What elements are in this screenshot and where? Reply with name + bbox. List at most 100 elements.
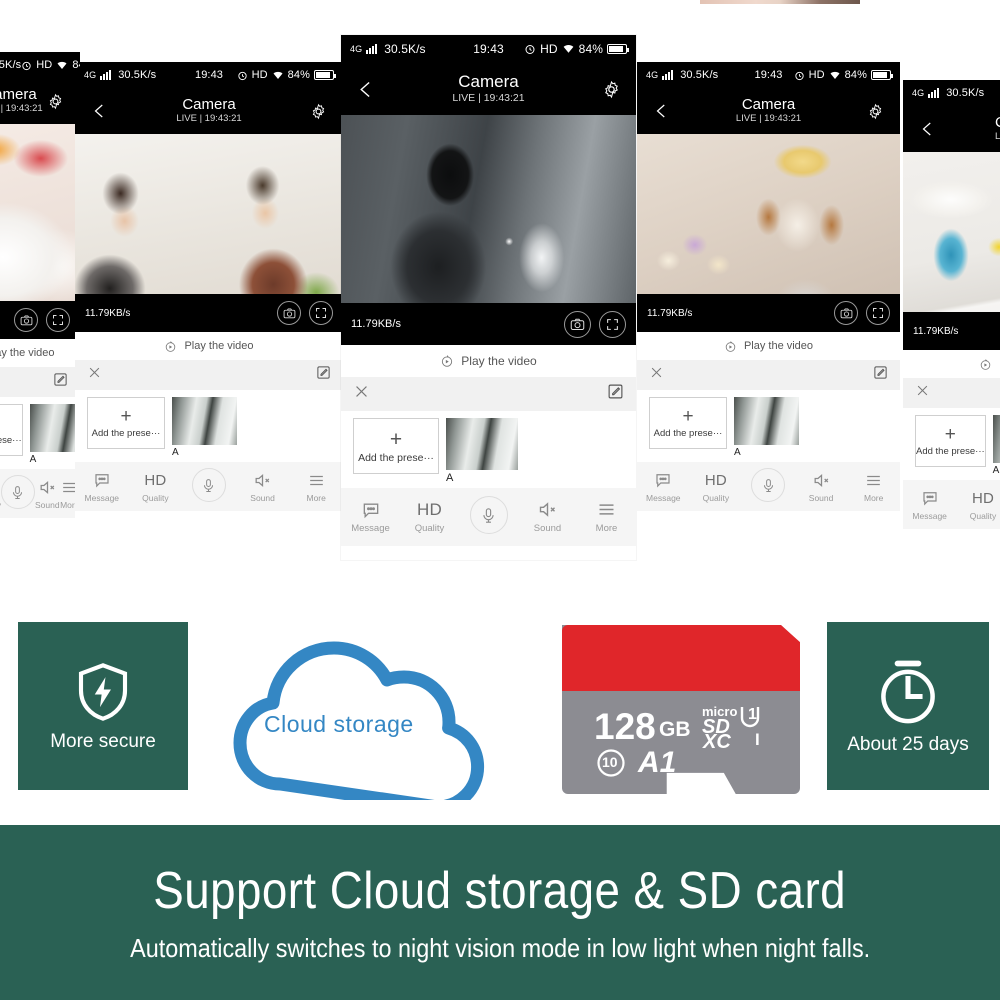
toolbar-item-more[interactable]: More	[289, 469, 343, 503]
video-controls: 11.79KB/s	[637, 294, 900, 332]
preset-toolbar	[75, 360, 343, 390]
toolbar-item-quality[interactable]: HD Quality	[690, 469, 743, 504]
fullscreen-button[interactable]	[309, 301, 333, 325]
preset-edit-button[interactable]	[53, 372, 68, 392]
preset-item[interactable]: A	[734, 397, 799, 458]
play-video-row[interactable]: Play the video	[75, 332, 343, 360]
plus-icon: +	[944, 424, 956, 445]
back-button[interactable]	[353, 76, 379, 102]
play-video-row[interactable]: Play the video	[637, 332, 900, 360]
play-video-row[interactable]	[903, 350, 1000, 378]
preset-item[interactable]: A	[992, 415, 1000, 476]
toolbar-item-quality[interactable]: HD Quality	[129, 469, 183, 504]
preset-close-button[interactable]	[915, 383, 930, 403]
back-button[interactable]	[649, 98, 675, 124]
preset-list: + Add the prese··· A	[75, 390, 343, 462]
toolbar-item-more[interactable]: More	[847, 469, 900, 503]
toolbar-label-sound: Sound	[250, 493, 275, 503]
sd-speed-class: I	[755, 730, 760, 749]
toolbar-item-message[interactable]: Message	[637, 469, 690, 503]
fullscreen-button[interactable]	[866, 301, 890, 325]
toolbar-item-sound[interactable]: Sound	[518, 499, 577, 534]
toolbar-item-quality[interactable]: HD Quality	[956, 487, 1000, 522]
add-preset-button[interactable]: + Add the prese···	[353, 418, 439, 474]
wifi-icon	[273, 71, 283, 79]
preset-close-button[interactable]	[649, 365, 664, 385]
toolbar-item-sound[interactable]: Sound	[35, 476, 60, 510]
settings-button[interactable]	[305, 98, 331, 124]
preset-close-button[interactable]	[87, 365, 102, 385]
bitrate-label: 11.79KB/s	[351, 318, 401, 330]
hd-icon: HD	[417, 499, 442, 519]
preset-thumbnail	[446, 418, 518, 470]
settings-button[interactable]	[42, 88, 68, 114]
fullscreen-button[interactable]	[599, 310, 626, 338]
preset-item[interactable]: A	[29, 404, 80, 465]
bottom-toolbar: Message HD Quality Sound More	[0, 469, 80, 518]
preset-item[interactable]: A	[446, 418, 518, 484]
snapshot-button[interactable]	[14, 308, 38, 332]
sd-u-symbol-icon	[740, 707, 760, 728]
top-image-sliver	[700, 0, 860, 4]
toolbar-label-quality: Quality	[414, 522, 445, 534]
banner-title: Support Cloud storage & SD card	[153, 862, 847, 920]
wifi-icon	[563, 45, 574, 53]
hd-indicator: HD	[540, 42, 558, 56]
bitrate-label: 11.79KB/s	[85, 307, 131, 319]
back-button[interactable]	[87, 98, 113, 124]
alarm-icon	[525, 45, 535, 54]
video-feed[interactable]: 11.79KB/s	[0, 124, 80, 339]
preset-item-label: A	[172, 447, 179, 458]
feature-sd-card: 128 GB micro SD XC 1 I 10 A1	[562, 618, 800, 794]
add-preset-button[interactable]: + Add the prese···	[0, 404, 23, 456]
toolbar-item-mic[interactable]	[0, 475, 35, 511]
toolbar-item-mic[interactable]	[742, 468, 795, 504]
back-button[interactable]	[915, 116, 941, 142]
toolbar-item-mic[interactable]	[182, 468, 236, 504]
fullscreen-button[interactable]	[46, 308, 70, 332]
toolbar-label-sound: Sound	[533, 522, 562, 534]
add-preset-button[interactable]: + Add the prese···	[649, 397, 727, 449]
toolbar-item-message[interactable]: Message	[75, 469, 129, 503]
snapshot-button[interactable]	[277, 301, 301, 325]
snapshot-button[interactable]	[834, 301, 858, 325]
video-feed[interactable]: 11.79KB/s	[341, 115, 636, 345]
menu-icon	[864, 469, 883, 491]
toolbar-item-sound[interactable]: Sound	[236, 469, 290, 503]
toolbar-item-message[interactable]: Message	[341, 499, 400, 534]
feature-label-cloud-storage: Cloud storage	[264, 711, 414, 737]
message-icon	[361, 499, 381, 521]
preset-edit-button[interactable]	[607, 383, 624, 405]
preset-thumbnail	[29, 404, 80, 452]
toolbar-item-more[interactable]: More	[577, 499, 636, 534]
toolbar-item-sound[interactable]: Sound	[795, 469, 848, 503]
toolbar-item-mic[interactable]	[459, 496, 518, 536]
preset-item-label: A	[446, 472, 454, 484]
snapshot-button[interactable]	[564, 310, 591, 338]
phone-panel-5: 4G 30.5K/s Camera LIVE | 19:43:21 11.79K…	[903, 80, 1000, 550]
preset-item-label: A	[734, 447, 741, 458]
settings-button[interactable]	[862, 98, 888, 124]
preset-edit-button[interactable]	[316, 365, 331, 385]
preset-item[interactable]: A	[172, 397, 237, 458]
page-title: Camera	[995, 114, 1000, 131]
preset-close-button[interactable]	[353, 383, 370, 405]
settings-button[interactable]	[598, 76, 624, 102]
play-video-row[interactable]: Play the video	[0, 339, 80, 367]
shield-bolt-icon	[78, 663, 128, 721]
video-feed[interactable]: 11.79KB/s	[903, 152, 1000, 350]
video-controls: 11.79KB/s	[0, 301, 80, 339]
toolbar-item-quality[interactable]: HD Quality	[400, 499, 459, 534]
message-icon	[93, 469, 111, 491]
play-video-row[interactable]: Play the video	[341, 345, 636, 377]
video-feed[interactable]: 11.79KB/s	[75, 134, 343, 332]
preset-edit-button[interactable]	[873, 365, 888, 385]
bitrate-label: 11.79KB/s	[913, 325, 959, 337]
preset-list: + Add the prese··· A	[0, 397, 80, 469]
mic-icon	[469, 496, 508, 534]
phone-panel-2: 4G 30.5K/s 19:43 HD 84% Camera LIVE | 19…	[75, 62, 343, 540]
add-preset-button[interactable]: + Add the prese···	[87, 397, 165, 449]
add-preset-button[interactable]: + Add the prese···	[915, 415, 986, 467]
video-feed[interactable]: 11.79KB/s	[637, 134, 900, 332]
toolbar-item-message[interactable]: Message	[903, 487, 956, 521]
